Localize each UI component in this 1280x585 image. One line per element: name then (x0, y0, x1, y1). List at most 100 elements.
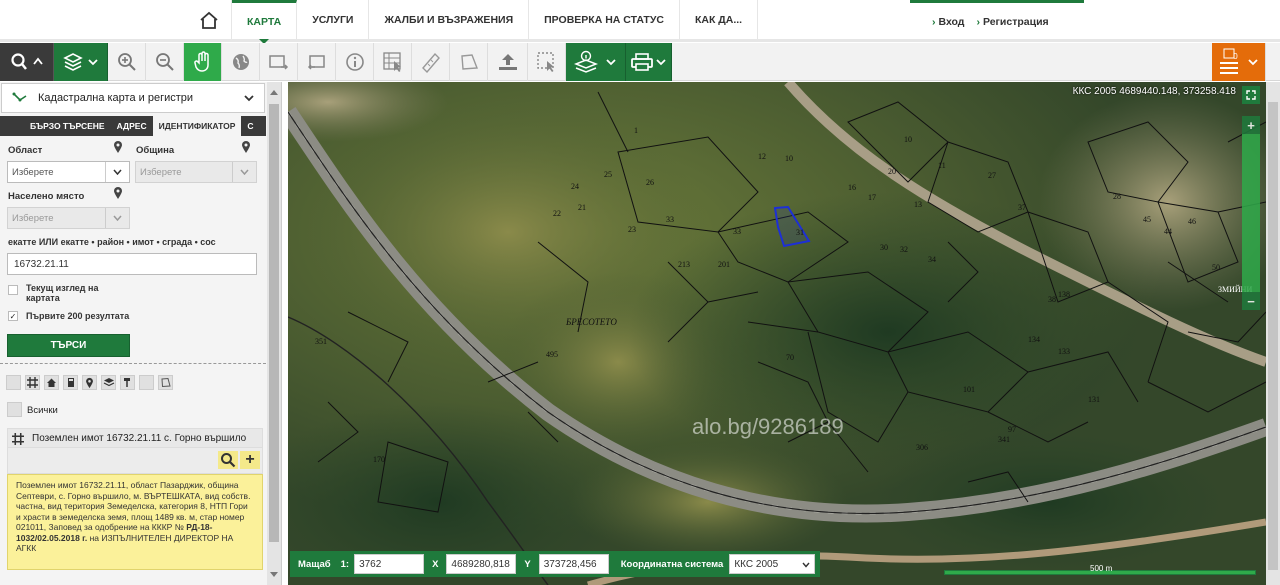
filter-building[interactable] (44, 375, 59, 390)
map-imagery: 1 12 10 31 33 201 213 30 32 34 16 17 20 … (288, 82, 1266, 585)
layer-tool-icon (12, 92, 27, 102)
svg-text:11: 11 (938, 161, 946, 170)
home-button[interactable] (186, 0, 232, 40)
login-link[interactable]: › Вход (932, 16, 964, 28)
info-layers-button[interactable] (566, 43, 626, 81)
layer-dropdown-label: Кадастрална карта и регистри (38, 92, 194, 104)
menu-item-how-to[interactable]: КАК ДА... (680, 0, 759, 40)
door-icon (68, 378, 74, 387)
tab-more[interactable]: С (241, 116, 259, 136)
result-item-header[interactable]: Поземлен имот 16732.21.11 с. Горно върши… (7, 428, 263, 448)
scale-label: Мащаб (298, 558, 331, 570)
y-coordinate-input[interactable]: 373728,456 (538, 554, 609, 574)
measure-area-button[interactable] (450, 43, 488, 81)
scale-prefix: 1: (340, 558, 350, 570)
svg-text:138: 138 (1058, 290, 1070, 299)
svg-text:31: 31 (796, 228, 804, 237)
menu-item-services[interactable]: УСЛУГИ (297, 0, 370, 40)
svg-text:44: 44 (1164, 227, 1172, 236)
layer-dropdown[interactable]: Кадастрална карта и регистри (1, 83, 265, 113)
place-label-bresoteto: БРЕСОТЕТО (565, 317, 617, 327)
svg-text:37: 37 (1018, 203, 1026, 212)
zoom-in-button[interactable] (108, 43, 146, 81)
satellite-map[interactable]: 1 12 10 31 33 201 213 30 32 34 16 17 20 … (288, 82, 1266, 585)
map-pin-icon[interactable] (241, 140, 251, 154)
register-link[interactable]: › Регистрация (976, 16, 1048, 28)
add-result-button[interactable]: + (240, 451, 260, 469)
panel-scrollbar[interactable] (267, 82, 281, 585)
svg-text:170: 170 (373, 455, 385, 464)
zoom-to-result-button[interactable] (218, 451, 238, 469)
tab-identifier[interactable]: ИДЕНТИФИКАТОР (152, 116, 242, 136)
filter-polygon[interactable] (158, 375, 173, 390)
info-button[interactable] (336, 43, 374, 81)
grid-select-icon (382, 52, 401, 72)
crs-select[interactable]: ККС 2005 (729, 554, 816, 574)
filter-parcel[interactable] (25, 375, 40, 390)
select-area-button[interactable] (528, 43, 566, 81)
identifier-input[interactable]: 16732.21.11 (7, 253, 257, 275)
obshtina-label: Община (136, 145, 175, 156)
filter-layers[interactable] (101, 375, 116, 390)
filter-blank-2[interactable] (139, 375, 154, 390)
svg-text:24: 24 (571, 182, 579, 191)
naseleno-select[interactable]: Изберете (7, 207, 130, 229)
scroll-down-arrow[interactable] (270, 572, 278, 577)
divider (0, 363, 266, 364)
zoom-out-button[interactable] (146, 43, 184, 81)
page-scrollbar[interactable] (1266, 82, 1280, 585)
layers-icon (62, 53, 98, 71)
result-type-filters (6, 375, 173, 390)
globe-button[interactable] (222, 43, 260, 81)
filter-blank[interactable] (6, 375, 21, 390)
current-view-checkbox[interactable] (8, 285, 18, 295)
x-coordinate-input[interactable]: 4689280,818 (446, 554, 517, 574)
svg-text:33: 33 (666, 215, 674, 224)
map-pin-icon[interactable] (113, 140, 123, 154)
map-zoom-out-button[interactable]: − (1242, 292, 1260, 310)
layers-button[interactable] (54, 43, 108, 81)
oblast-select[interactable]: Изберете (7, 161, 130, 183)
search-icon (221, 453, 236, 468)
search-tool-button[interactable] (0, 43, 54, 81)
svg-text:32: 32 (900, 245, 908, 254)
results-counter-button[interactable]: 0 (1212, 43, 1266, 81)
x-label: X (432, 558, 439, 570)
svg-text:495: 495 (546, 350, 558, 359)
map-pin-icon[interactable] (113, 186, 123, 200)
tab-quick-search[interactable]: БЪРЗО ТЪРСЕНЕ (0, 116, 111, 136)
measure-distance-button[interactable] (412, 43, 450, 81)
main-menu: КАРТА УСЛУГИ ЖАЛБИ И ВЪЗРАЖЕНИЯ ПРОВЕРКА… (232, 0, 759, 44)
filter-marker[interactable] (120, 375, 135, 390)
menu-item-complaints[interactable]: ЖАЛБИ И ВЪЗРАЖЕНИЯ (369, 0, 530, 40)
filter-unit[interactable] (63, 375, 78, 390)
menu-item-map[interactable]: КАРТА (232, 0, 298, 44)
scale-input[interactable]: 3762 (354, 554, 425, 574)
map-zoom-slider[interactable]: + − (1242, 116, 1260, 310)
pan-button[interactable] (184, 43, 222, 81)
svg-text:30: 30 (880, 243, 888, 252)
import-rect-button[interactable] (298, 43, 336, 81)
export-rect-button[interactable] (260, 43, 298, 81)
globe-icon (232, 54, 249, 70)
menu-item-status-check[interactable]: ПРОВЕРКА НА СТАТУС (529, 0, 680, 40)
print-button[interactable] (626, 43, 672, 81)
svg-text:70: 70 (786, 353, 794, 362)
fullscreen-button[interactable] (1242, 86, 1260, 104)
filter-address[interactable] (82, 375, 97, 390)
svg-text:23: 23 (628, 225, 636, 234)
first200-checkbox[interactable]: ✓ (8, 311, 18, 321)
search-button[interactable]: ТЪРСИ (7, 334, 130, 357)
identify-grid-button[interactable] (374, 43, 412, 81)
select-all-checkbox[interactable] (7, 402, 22, 417)
tab-address[interactable]: АДРЕС (111, 116, 153, 136)
upload-button[interactable] (488, 43, 528, 81)
obshtina-select[interactable]: Изберете (135, 161, 257, 183)
scroll-up-arrow[interactable] (270, 90, 278, 95)
svg-text:17: 17 (868, 193, 876, 202)
map-zoom-in-button[interactable]: + (1242, 116, 1260, 134)
top-navigation: КАРТА УСЛУГИ ЖАЛБИ И ВЪЗРАЖЕНИЯ ПРОВЕРКА… (0, 0, 1280, 44)
scroll-thumb[interactable] (269, 104, 279, 542)
page-scroll-thumb[interactable] (1268, 102, 1278, 570)
info-icon (345, 53, 364, 71)
